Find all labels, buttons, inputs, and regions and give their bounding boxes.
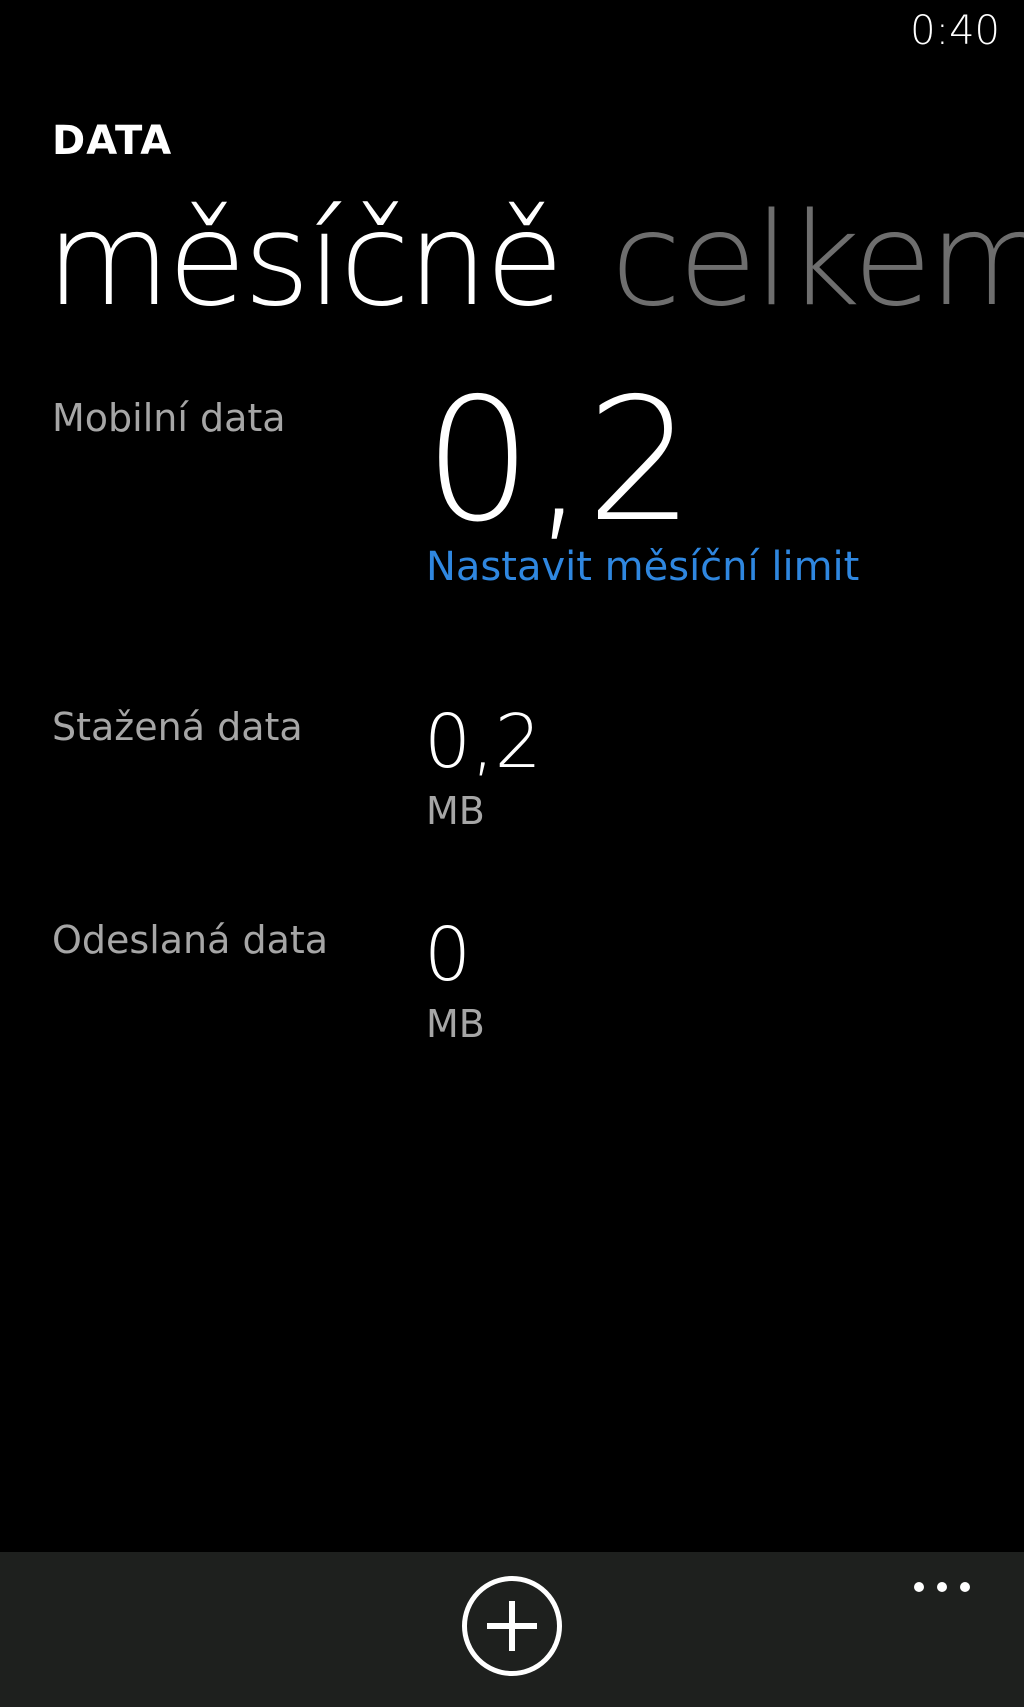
set-monthly-limit-link[interactable]: Nastavit měsíční limit (426, 544, 859, 590)
add-circle-icon[interactable] (462, 1576, 562, 1676)
uploaded-data-label: Odeslaná data (52, 918, 329, 962)
plus-vertical-stroke (509, 1601, 515, 1651)
pivot-item-monthly[interactable]: měsíčně (46, 186, 564, 336)
ellipsis-dot (937, 1582, 947, 1592)
app-bar (0, 1552, 1024, 1707)
mobile-data-row: Mobilní data 0,2 Nastavit měsíční limit (52, 366, 1012, 596)
downloaded-data-row: Stažená data 0,2 MB (52, 699, 1012, 845)
pivot-header-strip: měsíčně celkem (46, 186, 1024, 346)
uploaded-data-unit: MB (426, 1002, 485, 1046)
uploaded-data-value: 0 (424, 912, 472, 998)
ellipsis-icon[interactable] (914, 1578, 974, 1598)
ellipsis-dot (960, 1582, 970, 1592)
downloaded-data-value: 0,2 (424, 699, 542, 785)
uploaded-data-row: Odeslaná data 0 MB (52, 912, 1012, 1058)
pivot-item-total[interactable]: celkem (611, 186, 1024, 336)
mobile-data-label: Mobilní data (52, 396, 286, 440)
ellipsis-dot (914, 1582, 924, 1592)
mobile-data-value: 0,2 (424, 362, 695, 560)
app-title: DATA (52, 118, 173, 164)
status-bar-time: 0:40 (910, 8, 1000, 54)
downloaded-data-label: Stažená data (52, 705, 303, 749)
downloaded-data-unit: MB (426, 789, 485, 833)
